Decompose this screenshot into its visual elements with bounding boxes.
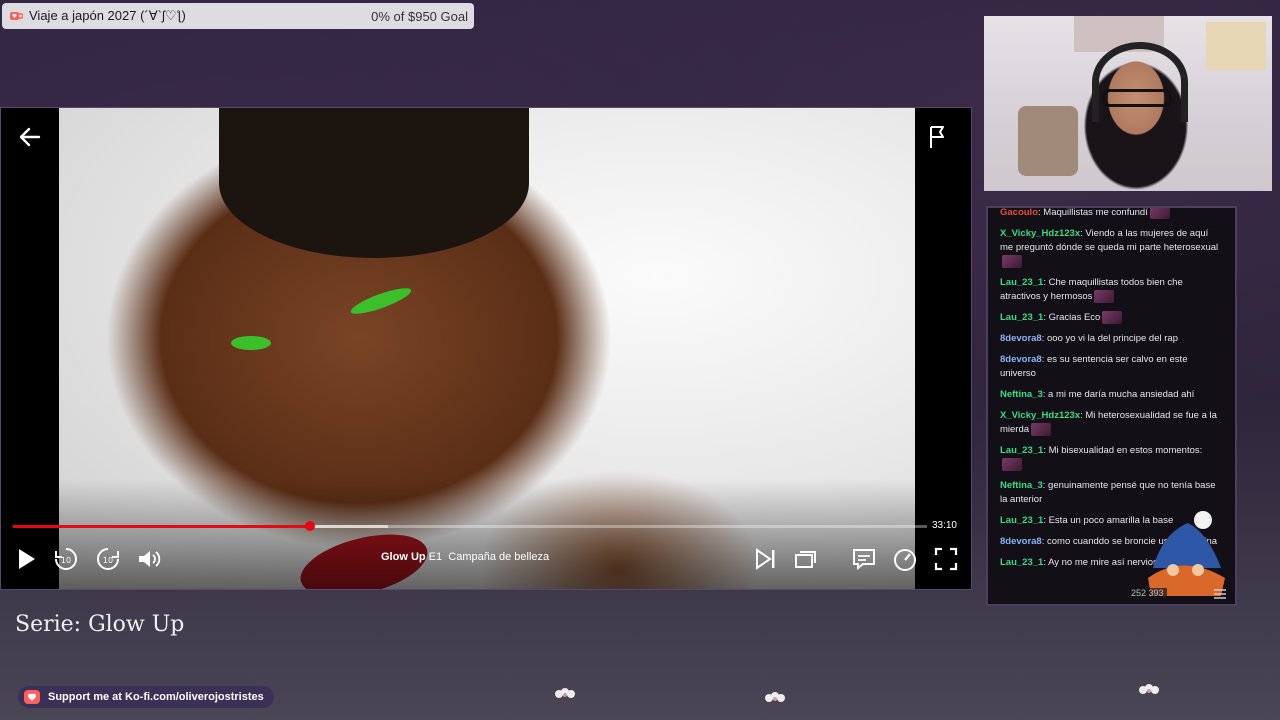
chat-message: Neftina_3: genuinamente pensé que no ten…: [1000, 480, 1216, 506]
progress-bar[interactable]: [13, 521, 927, 531]
chat-message-text: ooo yo vi la del principe del rap: [1047, 333, 1178, 345]
chat-emote-icon: [1002, 255, 1022, 269]
kofi-cup-icon: [10, 12, 23, 20]
chat-message: Neftina_3: a mi me daría mucha ansiedad …: [1000, 389, 1195, 401]
chat-username[interactable]: Lau_23_1: [1000, 277, 1043, 288]
chat-message: 8devora8: es su sentencia ser calvo en e…: [1000, 354, 1188, 380]
forward-10-icon: 10: [97, 548, 119, 570]
webcam-feed: [984, 16, 1272, 191]
chat-emote-icon: [1002, 458, 1022, 472]
chat-message: X_Vicky_Hdz123x: Mi heterosexualidad se …: [1000, 410, 1217, 437]
chat-username[interactable]: Lau_23_1: [1000, 445, 1043, 456]
flower-decoration-icon: [765, 692, 785, 702]
goal-progress-text: 0% of $950 Goal: [371, 8, 468, 24]
chat-username[interactable]: Gacoulo: [1000, 208, 1038, 218]
playback-speed-button[interactable]: [892, 546, 918, 572]
video-subject-hair: [219, 108, 529, 258]
svg-text:10: 10: [61, 556, 71, 565]
menu-icon[interactable]: [1213, 588, 1227, 600]
chat-username[interactable]: 8devora8: [1000, 354, 1042, 365]
webcam-glasses: [1102, 89, 1172, 107]
webcam-headset: [1092, 42, 1188, 122]
chat-message: Lau_23_1: Gracias Eco: [1000, 311, 1222, 325]
chat-emote-icon: [1031, 423, 1052, 437]
kofi-support-text: Support me at Ko-fi.com/oliverojostriste…: [48, 691, 264, 703]
flower-decoration-icon: [1139, 684, 1159, 694]
rewind-10-icon: 10: [55, 548, 77, 570]
scrubber-handle[interactable]: [305, 521, 316, 531]
episode-number: E1: [428, 551, 443, 563]
volume-button[interactable]: [136, 546, 162, 572]
rewind-10-button[interactable]: 10: [53, 546, 79, 572]
chat-username[interactable]: Lau_23_1: [1000, 312, 1043, 323]
fullscreen-icon: [934, 547, 958, 571]
chat-panel: Gacoulo: Maquillistas me confundí X_Vicky…: [986, 206, 1237, 606]
time-remaining: 33:10: [931, 520, 957, 531]
video-player[interactable]: 33:10 10 10 Glow Up E1 Campaña de bellez…: [0, 107, 972, 590]
flower-decoration-icon: [555, 688, 575, 698]
episode-title-line: Glow Up E1 Campaña de belleza: [381, 551, 549, 563]
series-label: Serie: Glow Up: [15, 612, 185, 637]
chat-username[interactable]: Lau_23_1: [1000, 557, 1043, 568]
svg-text:10: 10: [103, 556, 113, 565]
subtitles-button[interactable]: [851, 546, 877, 572]
webcam-poster: [1206, 22, 1266, 70]
chat-message: Lau_23_1: Che maquillistas todos bien ch…: [1000, 277, 1183, 304]
chat-message: Gacoulo: Maquillistas me confundí: [1000, 207, 1222, 220]
donation-goal-bar: Viaje a japón 2027 (´∀`ʃ♡ƪ) 0% of $950 G…: [2, 3, 474, 29]
kofi-support-link[interactable]: Support me at Ko-fi.com/oliverojostriste…: [18, 686, 274, 708]
chat-username[interactable]: 8devora8: [1000, 333, 1042, 344]
show-name: Glow Up: [381, 551, 426, 563]
chat-message-text: a mi me daría mucha ansiedad ahí: [1048, 389, 1195, 401]
chat-emote-icon: [1149, 208, 1170, 219]
chat-username[interactable]: Lau_23_1: [1000, 515, 1043, 526]
next-episode-icon: [756, 548, 775, 570]
chat-message: 8devora8: ooo yo vi la del principe del …: [1000, 333, 1178, 345]
chat-message-text: Gracias Eco: [1048, 312, 1101, 324]
chat-username[interactable]: X_Vicky_Hdz123x: [1000, 228, 1080, 239]
forward-10-button[interactable]: 10: [95, 546, 121, 572]
chat-message: Lau_23_1: Mi bisexualidad en estos momen…: [1000, 444, 1222, 472]
goal-title: Viaje a japón 2027 (´∀`ʃ♡ƪ): [29, 8, 186, 23]
episodes-list-icon: [795, 551, 816, 568]
volume-icon: [139, 551, 161, 567]
back-arrow-icon[interactable]: [17, 124, 43, 150]
report-flag-icon[interactable]: [927, 124, 951, 150]
episode-title: Campaña de belleza: [448, 551, 550, 563]
progress-fill: [13, 525, 311, 528]
chat-username[interactable]: Neftina_3: [1000, 480, 1043, 491]
viewer-count: 252 393: [1128, 588, 1167, 598]
chat-message-text: Maquillistas me confundí: [1043, 207, 1148, 219]
episodes-button[interactable]: [793, 546, 819, 572]
kofi-heart-icon: [24, 690, 40, 704]
next-episode-button[interactable]: [752, 546, 778, 572]
play-button[interactable]: [13, 546, 39, 572]
speed-gauge-icon: [894, 549, 916, 571]
chat-username[interactable]: Neftina_3: [1000, 389, 1043, 400]
chat-message: X_Vicky_Hdz123x: Viendo a las mujeres de…: [1000, 227, 1222, 269]
chat-username[interactable]: 8devora8: [1000, 536, 1042, 547]
video-subject-eye: [348, 283, 414, 319]
subtitles-icon: [853, 549, 875, 571]
chat-emote-icon: [1102, 311, 1123, 325]
chat-emote-icon: [1094, 290, 1115, 304]
mascot-character-icon: [1148, 511, 1225, 596]
controls-gradient: [1, 479, 971, 589]
chat-username[interactable]: X_Vicky_Hdz123x: [1000, 410, 1080, 421]
chat-message-text: Mi bisexualidad en estos momentos:: [1048, 445, 1203, 457]
webcam-chair: [1018, 106, 1078, 176]
fullscreen-button[interactable]: [933, 546, 959, 572]
play-icon: [19, 549, 35, 569]
video-subject-eye: [231, 336, 271, 350]
